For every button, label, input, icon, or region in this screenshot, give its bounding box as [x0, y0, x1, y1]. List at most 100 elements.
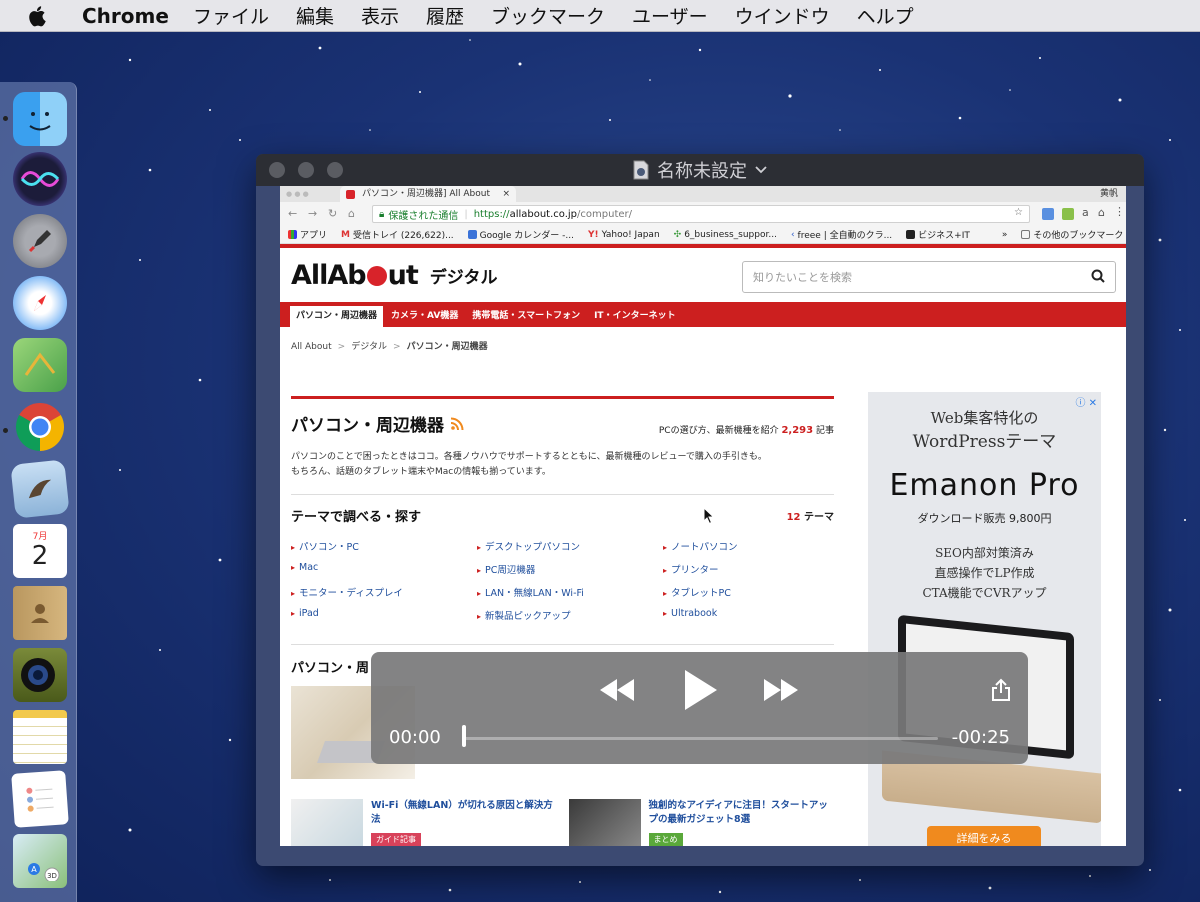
- theme-link[interactable]: モニター・ディスプレイ: [291, 585, 477, 599]
- menu-file[interactable]: ファイル: [193, 2, 269, 29]
- breadcrumb-digital[interactable]: デジタル: [351, 342, 387, 352]
- running-indicator: [3, 116, 8, 121]
- advertisement[interactable]: ⓘ ✕ Web集客特化の WordPressテーマ Emanon Pro ダウン…: [868, 392, 1101, 846]
- theme-link[interactable]: タブレットPC: [663, 585, 834, 599]
- nav-tab-it[interactable]: IT・インターネット: [588, 306, 682, 327]
- window-title-group[interactable]: 名称未設定: [633, 157, 767, 183]
- profile-name[interactable]: 黄帆: [1100, 186, 1118, 202]
- mail-icon[interactable]: [10, 459, 70, 519]
- theme-link[interactable]: 新製品ピックアップ: [477, 608, 663, 622]
- ad-cta-button[interactable]: 詳細をみる: [927, 826, 1041, 846]
- more-menu-icon[interactable]: ⋮: [1114, 205, 1125, 218]
- menu-user[interactable]: ユーザー: [632, 2, 708, 29]
- rewind-button[interactable]: [597, 672, 637, 708]
- theme-link[interactable]: Mac: [291, 562, 477, 576]
- menu-history[interactable]: 履歴: [426, 2, 464, 29]
- other-bookmarks[interactable]: その他のブックマーク: [1021, 228, 1123, 241]
- article-title[interactable]: 独創的なアイディアに注目！スタートアップの最新ガジェット8選: [649, 799, 835, 827]
- svg-text:A: A: [31, 865, 37, 874]
- address-row: ← → ↻ ⌂ 🔒︎ 保護された通信 | https://allabout.co…: [280, 202, 1126, 226]
- theme-link[interactable]: iPad: [291, 608, 477, 622]
- bookmark-yahoo[interactable]: Y! Yahoo! Japan: [588, 230, 660, 240]
- bookmark-calendar[interactable]: Google カレンダー -...: [467, 228, 574, 241]
- bookmark-gmail[interactable]: M 受信トレイ (226,622)...: [341, 228, 454, 242]
- share-button[interactable]: [989, 676, 1013, 704]
- scrubber-track[interactable]: [464, 737, 938, 740]
- maps-app-icon[interactable]: A 3D: [13, 834, 67, 888]
- theme-header: テーマで調べる・探す 12 テーマ: [291, 506, 834, 525]
- article-card[interactable]: Wi-Fi（無線LAN）が切れる原因と解決方法 ガイド記事: [291, 799, 557, 846]
- chrome-icon[interactable]: [13, 400, 67, 454]
- notes-icon[interactable]: [13, 710, 67, 764]
- bookmarks-overflow[interactable]: »: [1002, 230, 1008, 240]
- nav-tab-mobile[interactable]: 携帯電話・スマートフォン: [466, 306, 586, 327]
- theme-link[interactable]: ノートパソコン: [663, 539, 834, 553]
- maps-icon[interactable]: [13, 338, 67, 392]
- siri-icon[interactable]: [13, 152, 67, 206]
- window-titlebar[interactable]: 名称未設定: [256, 154, 1144, 186]
- star-icon[interactable]: ☆: [1014, 207, 1023, 218]
- menu-bookmarks[interactable]: ブックマーク: [491, 2, 605, 29]
- playback-controls: 00:00 -00:25: [371, 652, 1028, 764]
- app-name-menu[interactable]: Chrome: [82, 4, 169, 28]
- nav-tab-pc[interactable]: パソコン・周辺機器: [290, 306, 384, 327]
- close-window-button[interactable]: [269, 162, 285, 178]
- fast-forward-icon: [764, 679, 798, 701]
- menu-window[interactable]: ウインドウ: [735, 2, 830, 29]
- menu-view[interactable]: 表示: [361, 2, 399, 29]
- apple-menu-icon[interactable]: [28, 5, 52, 27]
- site-search-input[interactable]: 知りたいことを検索: [742, 261, 1116, 293]
- minimize-window-button[interactable]: [298, 162, 314, 178]
- zoom-window-button[interactable]: [327, 162, 343, 178]
- search-icon[interactable]: [1091, 269, 1105, 283]
- bookmark-apps[interactable]: アプリ: [288, 228, 327, 241]
- theme-grid: パソコン・PC デスクトップパソコン ノートパソコン Mac PC周辺機器 プリ…: [291, 539, 834, 622]
- forward-icon[interactable]: →: [308, 207, 317, 220]
- calendar-icon[interactable]: 7月 2: [13, 524, 67, 578]
- reminders-icon[interactable]: [11, 770, 69, 828]
- play-button[interactable]: [681, 668, 721, 712]
- article-title[interactable]: Wi-Fi（無線LAN）が切れる原因と解決方法: [371, 799, 557, 827]
- theme-title: テーマで調べる・探す: [291, 510, 422, 525]
- back-icon[interactable]: ←: [288, 207, 297, 220]
- omnibox[interactable]: 🔒︎ 保護された通信 | https://allabout.co.jp/comp…: [372, 205, 1030, 223]
- nav-tab-camera[interactable]: カメラ・AV機器: [385, 306, 464, 327]
- contacts-icon[interactable]: [13, 586, 67, 640]
- extension-icon[interactable]: [1042, 208, 1054, 220]
- theme-link[interactable]: LAN・無線LAN・Wi-Fi: [477, 585, 663, 599]
- tab-close-icon[interactable]: ×: [502, 186, 510, 202]
- article-badge: まとめ: [648, 833, 683, 846]
- category-description: パソコンのことで困ったときはココ。各種ノウハウでサポートするとともに、最新機種の…: [291, 452, 767, 477]
- breadcrumb-home[interactable]: All About: [291, 342, 332, 352]
- menu-help[interactable]: ヘルプ: [857, 2, 914, 29]
- remaining-time: -00:25: [951, 727, 1010, 748]
- extension-icon[interactable]: a: [1082, 206, 1089, 219]
- browser-tab[interactable]: パソコン・周辺機器] All About ×: [340, 186, 516, 202]
- theme-link[interactable]: Ultrabook: [663, 608, 834, 622]
- extension-icon[interactable]: ⌂: [1098, 206, 1105, 219]
- home-icon[interactable]: ⌂: [348, 207, 355, 220]
- theme-link[interactable]: プリンター: [663, 562, 834, 576]
- article-thumbnail[interactable]: [568, 799, 641, 846]
- bookmark-bizit[interactable]: ビジネス+IT: [906, 228, 970, 241]
- allabout-logo[interactable]: AllAb ut デジタル: [291, 260, 497, 291]
- scrubber-handle[interactable]: [462, 725, 466, 747]
- theme-link[interactable]: パソコン・PC: [291, 539, 477, 553]
- category-title: パソコン・周辺機器: [291, 411, 464, 436]
- safari-icon[interactable]: [13, 276, 67, 330]
- theme-link[interactable]: デスクトップパソコン: [477, 539, 663, 553]
- bookmark-business[interactable]: ✣ 6_business_suppor...: [674, 230, 777, 240]
- chevron-down-icon: [755, 166, 767, 174]
- extension-icon[interactable]: [1062, 208, 1074, 220]
- rss-icon[interactable]: [450, 417, 464, 431]
- photo-booth-icon[interactable]: [13, 648, 67, 702]
- finder-icon[interactable]: [13, 92, 67, 146]
- theme-link[interactable]: PC周辺機器: [477, 562, 663, 576]
- launchpad-icon[interactable]: [13, 214, 67, 268]
- article-card[interactable]: 独創的なアイディアに注目！スタートアップの最新ガジェット8選 まとめ: [568, 799, 835, 846]
- fast-forward-button[interactable]: [761, 672, 801, 708]
- menu-edit[interactable]: 編集: [296, 2, 334, 29]
- article-thumbnail[interactable]: [291, 799, 363, 846]
- bookmark-freee[interactable]: ‹ freee | 全自動のクラ...: [791, 228, 892, 242]
- reload-icon[interactable]: ↻: [328, 207, 337, 220]
